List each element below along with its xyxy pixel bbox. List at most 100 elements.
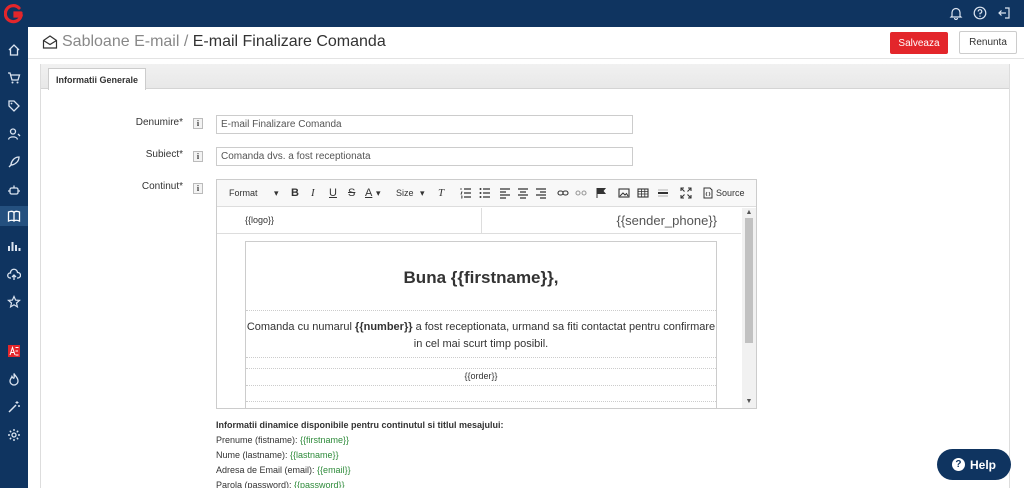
align-center-icon[interactable]: [517, 187, 529, 199]
chart-icon[interactable]: [4, 236, 24, 256]
source-icon[interactable]: [702, 187, 714, 199]
envelope-icon: [42, 35, 58, 49]
strikethrough-icon[interactable]: S: [348, 187, 355, 199]
list-item: Prenume (fistname): {{firstname}}: [216, 433, 504, 448]
divider: [246, 310, 716, 311]
cart-icon[interactable]: [4, 68, 24, 88]
italic-icon[interactable]: I: [311, 187, 315, 199]
fire-icon[interactable]: [4, 369, 24, 389]
chevron-down-icon[interactable]: ▾: [274, 187, 279, 199]
info-icon[interactable]: i: [193, 151, 203, 162]
users-icon[interactable]: [4, 124, 24, 144]
align-left-icon[interactable]: [499, 187, 511, 199]
chevron-down-icon[interactable]: ▾: [376, 187, 381, 199]
sender-phone-placeholder: {{sender_phone}}: [481, 208, 721, 234]
list-item: Parola (password): {{password}}: [216, 478, 504, 488]
message-prefix: Comanda cu numarul: [246, 321, 356, 333]
scrollbar-thumb[interactable]: [745, 218, 753, 343]
var-label: Nume (lastname):: [216, 450, 291, 460]
editor-content[interactable]: {{logo}} {{sender_phone}} Buna {{firstna…: [217, 208, 741, 408]
robot-icon[interactable]: [4, 180, 24, 200]
rich-text-editor[interactable]: Format ▾ B I U S A ▾ Size ▾ T Source {{l…: [216, 179, 757, 409]
var-token[interactable]: {{email}}: [317, 465, 351, 475]
divider: [246, 357, 716, 358]
maximize-icon[interactable]: [680, 187, 692, 199]
list-item: Adresa de Email (email): {{email}}: [216, 463, 504, 478]
cloud-upload-icon[interactable]: [4, 264, 24, 284]
help-button[interactable]: ? Help: [937, 449, 1011, 480]
message-text: Comanda cu numarul {{number}} a fost rec…: [246, 319, 716, 353]
logout-icon[interactable]: [997, 6, 1011, 20]
image-icon[interactable]: [618, 187, 630, 199]
help-label: Help: [969, 457, 996, 472]
tab-bar: Informatii Generale: [41, 64, 1009, 90]
order-placeholder: {{order}}: [464, 371, 498, 381]
clear-format-icon[interactable]: T: [438, 187, 444, 199]
gear-icon[interactable]: [4, 425, 24, 445]
format-dropdown[interactable]: Format: [229, 187, 258, 199]
var-token[interactable]: {{lastname}}: [290, 450, 339, 460]
editor-toolbar: Format ▾ B I U S A ▾ Size ▾ T Source: [217, 180, 756, 207]
anchor-flag-icon[interactable]: [595, 187, 607, 199]
tag-icon[interactable]: [4, 96, 24, 116]
editor-scrollbar[interactable]: ▲ ▼: [742, 208, 756, 408]
cancel-button[interactable]: Renunta: [959, 31, 1017, 54]
question-icon[interactable]: [973, 6, 987, 20]
dynamic-info: Informatii dinamice disponibile pentru c…: [216, 418, 504, 488]
scroll-up-icon[interactable]: ▲: [745, 209, 753, 217]
var-label: Adresa de Email (email):: [216, 465, 318, 475]
subject-field[interactable]: [216, 147, 633, 166]
align-right-icon[interactable]: [535, 187, 547, 199]
var-label: Prenume (fistname):: [216, 435, 301, 445]
sidebar: [0, 0, 28, 488]
source-button[interactable]: Source: [716, 187, 745, 199]
bullet-list-icon[interactable]: [479, 187, 491, 199]
divider: [246, 401, 716, 402]
page-header: Sabloane E-mail / E-mail Finalizare Coma…: [28, 27, 1024, 59]
tab-general-info[interactable]: Informatii Generale: [48, 68, 147, 90]
logo-placeholder: {{logo}}: [245, 215, 275, 225]
bell-icon[interactable]: [949, 6, 963, 20]
scroll-down-icon[interactable]: ▼: [745, 398, 753, 406]
chevron-down-icon[interactable]: ▾: [420, 187, 425, 199]
magic-wand-icon[interactable]: [4, 397, 24, 417]
subject-label: Subiect*: [145, 149, 183, 160]
email-header-row: {{logo}} {{sender_phone}}: [217, 208, 741, 234]
horizontal-line-icon[interactable]: [657, 187, 669, 199]
ae-icon[interactable]: [4, 341, 24, 361]
underline-icon[interactable]: U: [329, 187, 337, 199]
save-button[interactable]: Salveaza: [890, 32, 948, 54]
name-field[interactable]: [216, 115, 633, 134]
bold-icon[interactable]: B: [291, 187, 299, 199]
numbered-list-icon[interactable]: [460, 187, 472, 199]
divider: [246, 368, 716, 369]
info-icon[interactable]: i: [193, 183, 203, 194]
brand-logo-icon[interactable]: [4, 4, 24, 24]
var-token[interactable]: {{password}}: [294, 480, 345, 488]
greeting-text: Buna {{firstname}},: [403, 268, 559, 287]
breadcrumb-separator: /: [179, 33, 193, 50]
list-item: Nume (lastname): {{lastname}}: [216, 448, 504, 463]
star-icon[interactable]: [4, 292, 24, 312]
book-icon[interactable]: [0, 206, 28, 226]
link-icon[interactable]: [557, 187, 569, 199]
name-label: Denumire*: [135, 117, 183, 128]
dynamic-info-heading: Informatii dinamice disponibile pentru c…: [216, 420, 504, 430]
rocket-icon[interactable]: [4, 152, 24, 172]
var-token[interactable]: {{firstname}}: [300, 435, 349, 445]
text-color-icon[interactable]: A: [365, 187, 372, 199]
info-icon[interactable]: i: [193, 118, 203, 129]
page-title: Sabloane E-mail / E-mail Finalizare Coma…: [62, 33, 386, 51]
content-label: Continut*: [141, 181, 183, 192]
content-panel: Informatii Generale Denumire* i Subiect*…: [40, 64, 1010, 488]
breadcrumb[interactable]: Sabloane E-mail: [62, 33, 179, 50]
size-dropdown[interactable]: Size: [396, 187, 414, 199]
home-icon[interactable]: [4, 40, 24, 60]
email-body-box: Buna {{firstname}}, Comanda cu numarul {…: [245, 241, 717, 408]
divider: [246, 385, 716, 386]
page-title-text: E-mail Finalizare Comanda: [192, 33, 386, 50]
unlink-icon[interactable]: [575, 187, 587, 199]
order-number-placeholder: {{number}}: [355, 321, 413, 333]
table-icon[interactable]: [637, 187, 649, 199]
top-bar: [28, 0, 1024, 27]
